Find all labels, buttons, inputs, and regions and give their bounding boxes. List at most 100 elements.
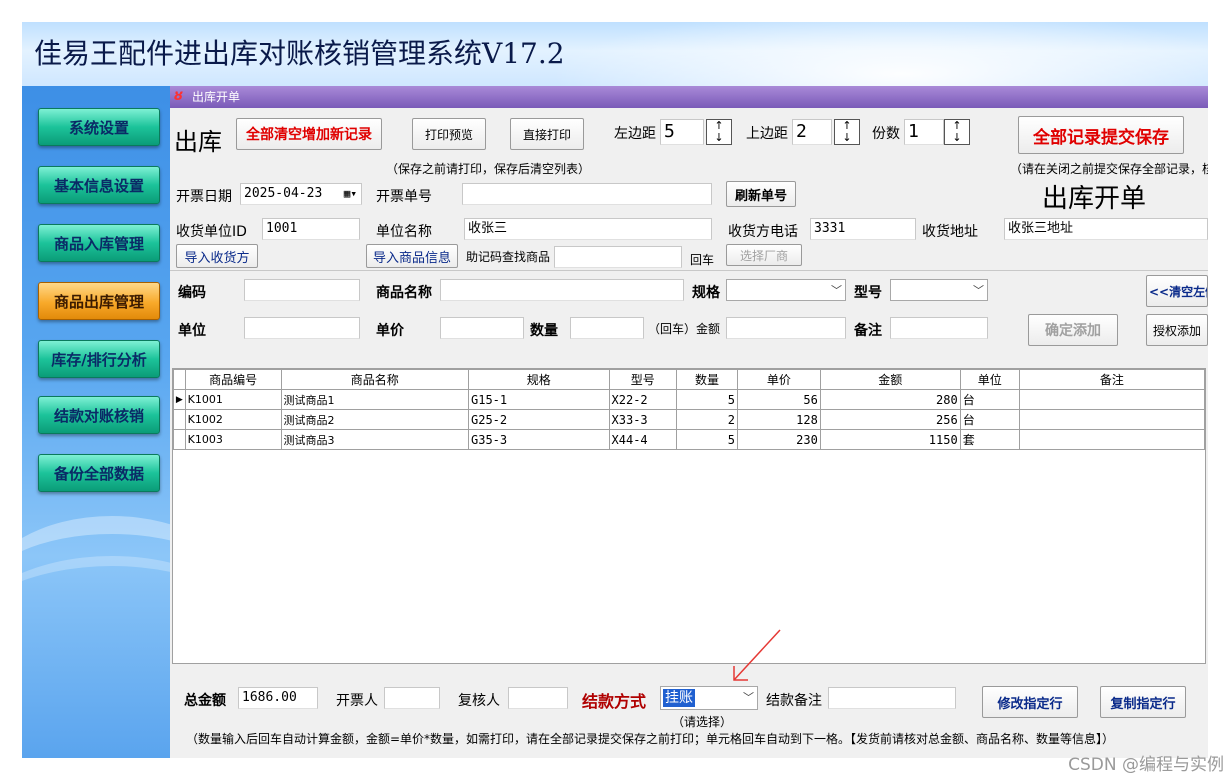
receiver-phone-label: 收货方电话 — [728, 224, 798, 240]
stepper-arrows-icon: ↑ ↓ — [714, 119, 724, 144]
cell-model[interactable]: X22-2 — [608, 389, 678, 410]
refresh-order-button[interactable]: 刷新单号 — [726, 181, 796, 207]
top-margin-input[interactable]: 2 — [792, 119, 832, 145]
nav-settlement[interactable]: 结款对账核销 — [38, 396, 160, 434]
col-header[interactable]: 型号 — [608, 369, 678, 390]
cell-name[interactable]: 测试商品1 — [280, 389, 470, 410]
col-header[interactable]: 备注 — [1018, 369, 1205, 390]
nav-goods-inbound[interactable]: 商品入库管理 — [38, 224, 160, 262]
col-header[interactable]: 规格 — [468, 369, 610, 390]
cell-remark[interactable] — [1018, 389, 1205, 410]
remark-input[interactable] — [890, 317, 988, 339]
payment-remark-input[interactable] — [828, 687, 956, 709]
date-input[interactable]: 2025-04-23 ▦▾ — [240, 183, 362, 205]
goods-table-grid: 商品编号 商品名称 规格 型号 数量 单价 金额 单位 备注 ▶ K1001 测试商… — [173, 369, 1205, 450]
cell-qty[interactable]: 2 — [676, 409, 738, 430]
nav-backup[interactable]: 备份全部数据 — [38, 454, 160, 492]
cell-remark[interactable] — [1018, 409, 1205, 430]
cell-code[interactable]: K1003 — [184, 429, 282, 450]
receiver-id-label: 收货单位ID — [176, 224, 247, 240]
auth-add-button[interactable]: 授权添加 — [1146, 314, 1208, 346]
cell-unit[interactable]: 台 — [959, 389, 1020, 410]
copies-input[interactable]: 1 — [904, 119, 944, 145]
import-goods-button[interactable]: 导入商品信息 — [366, 244, 458, 268]
select-vendor-button[interactable]: 选择厂商 — [726, 244, 802, 266]
print-preview-button[interactable]: 打印预览 — [412, 118, 486, 150]
cell-remark[interactable] — [1018, 429, 1205, 450]
table-row[interactable]: K1002 测试商品2 G25-2 X33-3 2 128 256 台 — [173, 409, 1205, 430]
receiver-addr-input[interactable]: 收张三地址 — [1004, 218, 1208, 240]
nav-inventory-ranking[interactable]: 库存/排行分析 — [38, 340, 160, 378]
cell-model[interactable]: X44-4 — [608, 429, 678, 450]
col-header[interactable]: 商品编号 — [184, 369, 282, 390]
receiver-phone-input[interactable]: 3331 — [810, 218, 916, 240]
cell-spec[interactable]: G15-1 — [468, 389, 610, 410]
nav-goods-outbound[interactable]: 商品出库管理 — [38, 282, 160, 320]
left-margin-input[interactable]: 5 — [660, 119, 704, 145]
unit-input[interactable] — [244, 317, 360, 339]
cell-name[interactable]: 测试商品3 — [280, 429, 470, 450]
nav-basic-info[interactable]: 基本信息设置 — [38, 166, 160, 204]
cell-code[interactable]: K1002 — [184, 409, 282, 430]
amount-input[interactable] — [726, 317, 846, 339]
goods-table[interactable]: 商品编号 商品名称 规格 型号 数量 单价 金额 单位 备注 ▶ K1001 测试商… — [172, 368, 1206, 664]
col-header[interactable]: 单价 — [736, 369, 821, 390]
table-row[interactable]: K1003 测试商品3 G35-3 X44-4 5 230 1150 套 — [173, 429, 1205, 450]
calendar-dropdown-icon[interactable]: ▦▾ — [344, 184, 357, 204]
submit-all-button[interactable]: 全部记录提交保存 — [1018, 116, 1184, 154]
modify-row-button[interactable]: 修改指定行 — [982, 686, 1078, 718]
unit-name-input[interactable]: 收张三 — [464, 218, 712, 240]
col-header[interactable]: 单位 — [959, 369, 1020, 390]
copy-row-button[interactable]: 复制指定行 — [1100, 686, 1186, 718]
cell-unit[interactable]: 套 — [959, 429, 1020, 450]
code-input[interactable] — [244, 279, 360, 301]
cell-model[interactable]: X33-3 — [608, 409, 678, 430]
model-select[interactable]: ﹀ — [890, 279, 988, 301]
total-value[interactable]: 1686.00 — [238, 687, 318, 709]
receiver-id-input[interactable]: 1001 — [262, 218, 360, 240]
cell-spec[interactable]: G35-3 — [468, 429, 610, 450]
reviewer-input[interactable] — [508, 687, 568, 709]
price-input[interactable] — [440, 317, 524, 339]
clear-left-button[interactable]: <<清空左侧 — [1146, 275, 1208, 307]
nav-system-settings[interactable]: 系统设置 — [38, 108, 160, 146]
issuer-input[interactable] — [384, 687, 440, 709]
top-margin-stepper[interactable]: ↑ ↓ — [834, 119, 860, 145]
cell-price[interactable]: 230 — [736, 429, 821, 450]
payment-hint: （请选择） — [672, 715, 733, 729]
cell-code[interactable]: K1001 — [184, 389, 282, 410]
table-row[interactable]: ▶ K1001 测试商品1 G15-1 X22-2 5 56 280 台 — [173, 389, 1205, 410]
cell-price[interactable]: 128 — [736, 409, 821, 430]
row-selector[interactable]: ▶ — [173, 389, 186, 410]
goods-name-input[interactable] — [440, 279, 684, 301]
annotation-arrow-icon — [733, 629, 781, 681]
window-title: 出库开单 — [192, 90, 241, 104]
col-header[interactable]: 金额 — [819, 369, 961, 390]
row-selector[interactable] — [173, 429, 186, 450]
payment-select[interactable]: 挂账 ﹀ — [660, 686, 758, 710]
spec-select[interactable]: ﹀ — [726, 279, 846, 301]
row-selector[interactable] — [173, 409, 186, 430]
cell-spec[interactable]: G25-2 — [468, 409, 610, 430]
cell-unit[interactable]: 台 — [959, 409, 1020, 430]
copies-stepper[interactable]: ↑ ↓ — [944, 119, 970, 145]
cell-amount[interactable]: 1150 — [819, 429, 961, 450]
stepper-arrows-icon: ↑ ↓ — [952, 119, 962, 144]
cell-qty[interactable]: 5 — [676, 389, 738, 410]
left-margin-stepper[interactable]: ↑ ↓ — [706, 119, 732, 145]
mnemonic-input[interactable] — [554, 246, 682, 268]
qty-input[interactable] — [570, 317, 644, 339]
watermark: CSDN @编程与实例 — [1068, 755, 1224, 775]
col-header[interactable]: 数量 — [676, 369, 738, 390]
cell-name[interactable]: 测试商品2 — [280, 409, 470, 430]
cell-amount[interactable]: 256 — [819, 409, 961, 430]
clear-add-button[interactable]: 全部清空增加新记录 — [236, 118, 382, 150]
direct-print-button[interactable]: 直接打印 — [510, 118, 584, 150]
order-no-input[interactable] — [462, 183, 712, 205]
cell-amount[interactable]: 280 — [819, 389, 961, 410]
import-receiver-button[interactable]: 导入收货方 — [176, 244, 258, 268]
confirm-add-button[interactable]: 确定添加 — [1028, 314, 1118, 346]
cell-price[interactable]: 56 — [736, 389, 821, 410]
col-header[interactable]: 商品名称 — [280, 369, 470, 390]
cell-qty[interactable]: 5 — [676, 429, 738, 450]
